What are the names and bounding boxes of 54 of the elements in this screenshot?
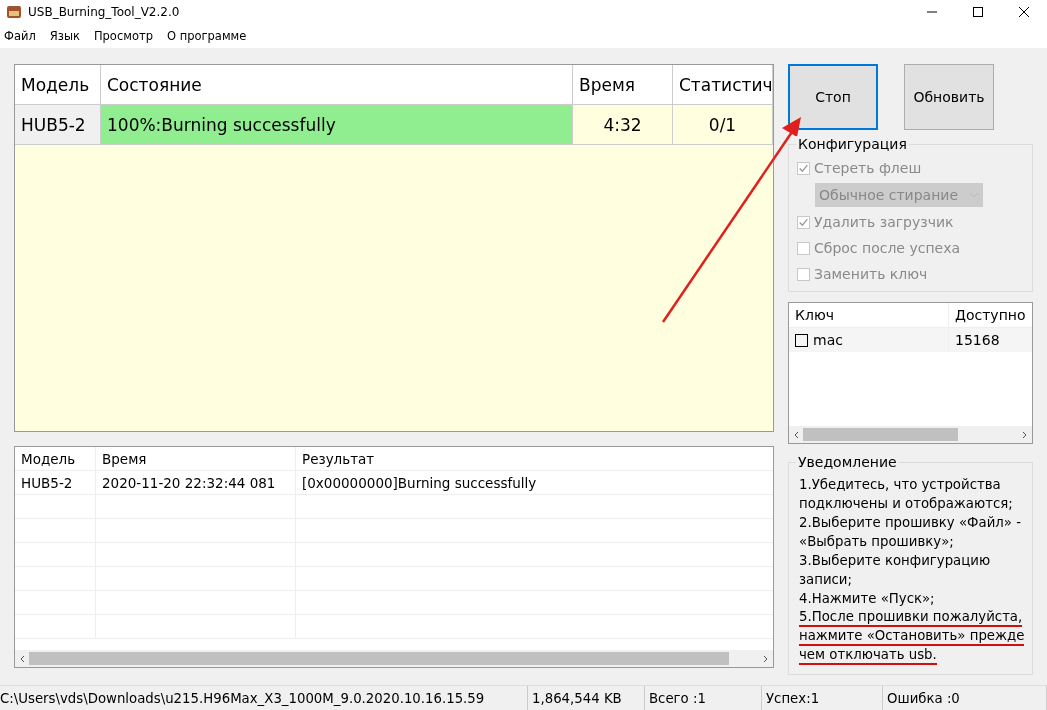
notice-line: 2.Выберите прошивку «Файл» - <box>799 514 1021 532</box>
status-cell: 100%:Burning successfully <box>101 105 573 144</box>
checkbox-label: Стереть флеш <box>814 160 922 176</box>
column-header: Результат <box>301 449 376 469</box>
scroll-right-icon[interactable] <box>1022 430 1028 439</box>
notice-line: «Выбрать прошивку»; <box>799 533 954 551</box>
column-header: Время <box>96 447 296 470</box>
window-title: USB_Burning_Tool_V2.2.0 <box>28 5 180 19</box>
column-header: Состояние <box>101 65 573 104</box>
table-cell-text: 15168 <box>954 332 1000 348</box>
notice-line: 4.Нажмите «Пуск»; <box>799 590 935 608</box>
scroll-left-icon[interactable] <box>19 654 25 663</box>
table-cell: mac <box>813 332 843 348</box>
column-header: Статистич <box>673 65 773 104</box>
table-cell: 2020-11-20 22:32:44 081 <box>96 471 296 494</box>
notice-line: подключены и отображаются; <box>799 495 1013 513</box>
notice-line: 3.Выберите конфигурацию <box>799 552 991 570</box>
checkbox-label: Сброс после успеха <box>814 240 961 256</box>
table-cell-text: [0x00000000]Burning successfully <box>301 473 538 493</box>
status-text: Всего :1 <box>645 686 762 710</box>
column-header: Модель <box>15 447 96 470</box>
menu-item[interactable]: Язык <box>49 29 80 43</box>
column-header: Доступно <box>954 307 1026 323</box>
notice-line: 5.После прошивки пожалуйста, <box>799 608 1023 627</box>
column-header: Модель <box>15 65 101 104</box>
scroll-left-icon[interactable] <box>793 430 799 439</box>
table-cell: HUB5-2 <box>15 471 96 494</box>
refresh-button[interactable]: Обновить <box>904 64 994 130</box>
horizontal-scrollbar[interactable] <box>789 426 1032 443</box>
table-cell: 4:32 <box>573 105 673 144</box>
column-header: Ключ <box>789 303 949 327</box>
column-header: Время <box>573 65 673 104</box>
menu-item[interactable]: Просмотр <box>93 29 153 43</box>
stop-button[interactable]: Стоп <box>788 64 878 130</box>
notice-line: 1.Убедитесь, что устройства <box>799 476 1001 494</box>
status-text: Успех:1 <box>762 686 883 710</box>
checkbox[interactable] <box>795 333 808 347</box>
group-title: Уведомление <box>796 454 899 470</box>
app-icon <box>6 4 22 20</box>
status-text: C:\Users\vds\Downloads\u215.H96Max_X3_1000M_9.0.2020.10.16.15.59 <box>0 686 528 710</box>
table-cell: HUB5-2 <box>15 105 101 144</box>
table-cell: 0/1 <box>673 105 773 144</box>
horizontal-scrollbar[interactable] <box>15 650 773 667</box>
menu-item[interactable]: О программе <box>166 29 247 43</box>
status-text: Ошибка :0 <box>883 686 1047 710</box>
scroll-right-icon[interactable] <box>763 654 769 663</box>
status-text: 1,864,544 KB <box>528 686 645 710</box>
notice-line: нажмите «Остановить» прежде <box>799 627 1025 646</box>
checkbox-label: Заменить ключ <box>814 266 928 282</box>
notice-line: записи; <box>799 571 852 589</box>
notice-line: чем отключать usb. <box>799 646 937 665</box>
checkbox-label: Удалить загрузчик <box>814 214 954 230</box>
menu-item[interactable]: Файл <box>4 29 36 43</box>
group-title: Конфигурация <box>796 136 909 152</box>
